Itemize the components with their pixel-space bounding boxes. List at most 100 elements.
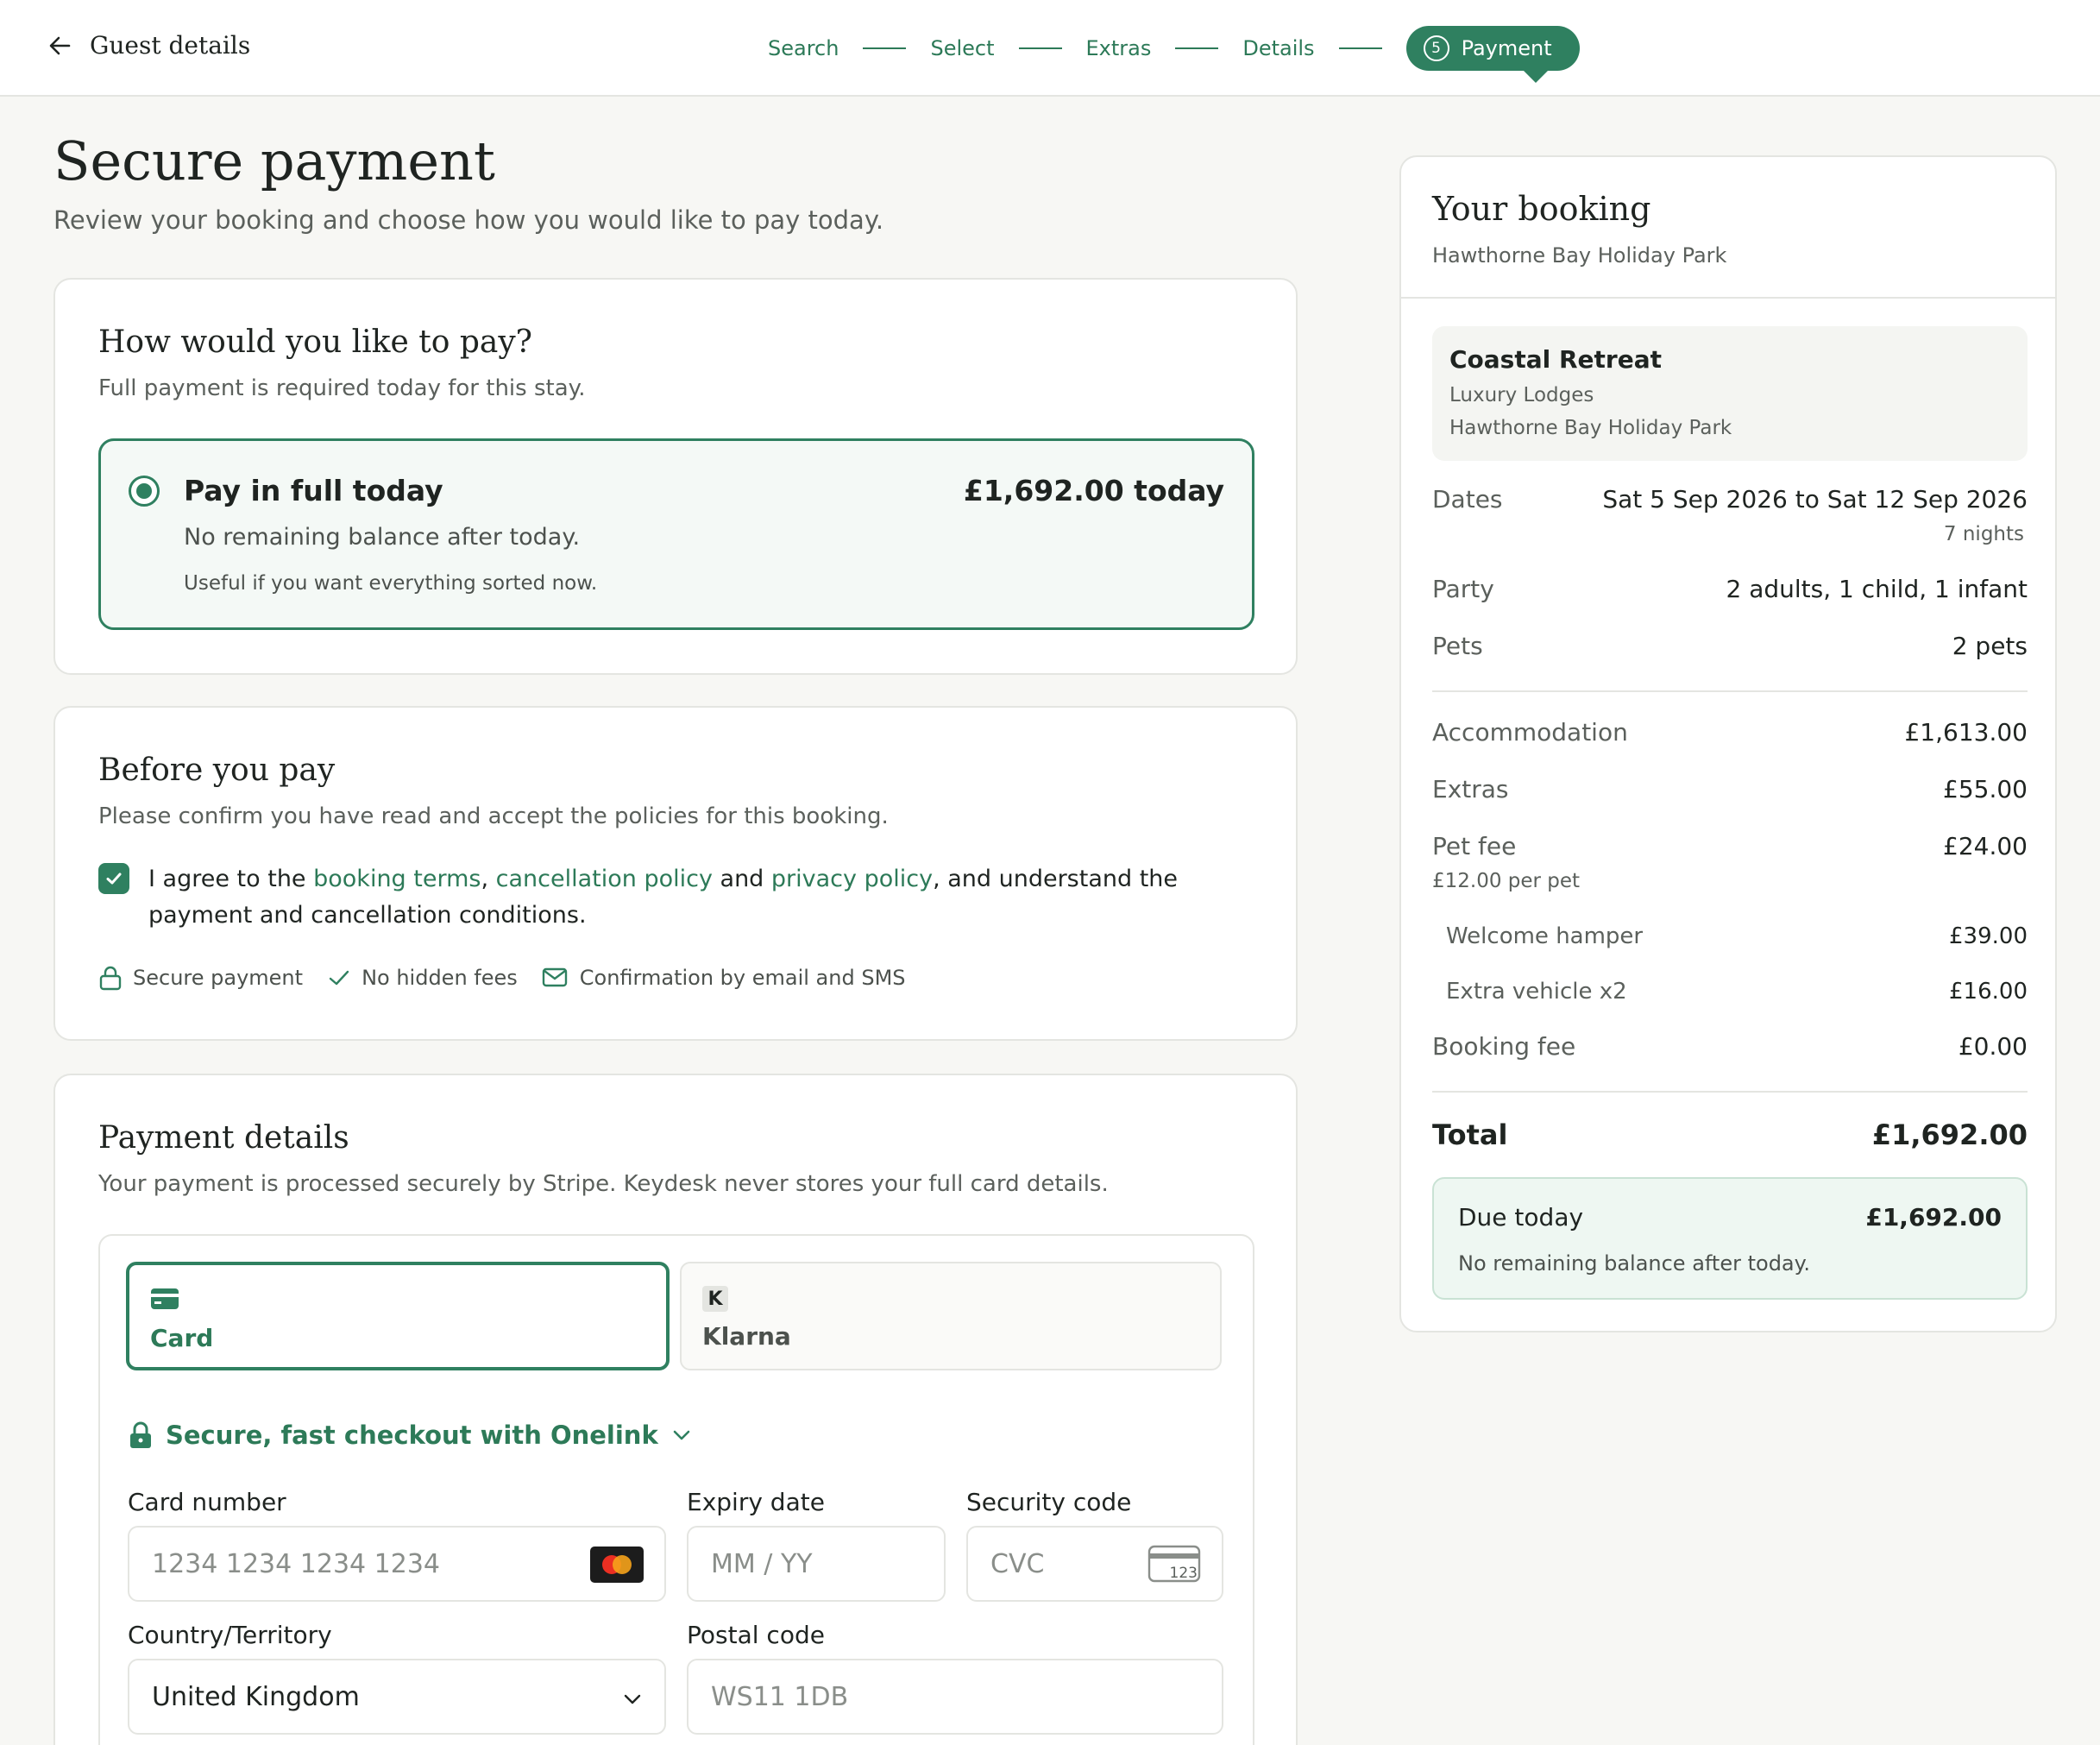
pay-in-full-option[interactable]: Pay in full today £1,692.00 today No rem…: [98, 438, 1254, 630]
mastercard-icon: [590, 1547, 644, 1583]
progress-steps: Search Select Extras Details 5 Payment: [768, 26, 1580, 71]
step-connector: [863, 47, 907, 49]
extras-label: Extras: [1432, 775, 1509, 803]
party-value: 2 adults, 1 child, 1 infant: [1726, 575, 2028, 603]
dates-row: Dates Sat 5 Sep 2026 to Sat 12 Sep 2026: [1432, 485, 2028, 513]
onelink-label: Secure, fast checkout with Onelink: [166, 1421, 658, 1450]
trust-badges: Secure payment No hidden fees Confirmati…: [98, 965, 906, 991]
booking-fee-row: Booking fee £0.00: [1432, 1032, 2028, 1061]
accommodation-value: £1,613.00: [1904, 718, 2028, 747]
step-number-badge: 5: [1423, 35, 1449, 61]
party-row: Party 2 adults, 1 child, 1 infant: [1432, 575, 2028, 603]
cvc-card-icon: 123: [1147, 1545, 1201, 1583]
before-you-pay-title: Before you pay: [98, 753, 336, 788]
option-hint: Useful if you want everything sorted now…: [184, 572, 598, 595]
option-description: No remaining balance after today.: [184, 524, 581, 551]
top-bar: Guest details Search Select Extras Detai…: [0, 0, 2100, 97]
back-label: Guest details: [90, 31, 251, 60]
pay-in-full-radio[interactable]: [129, 476, 160, 507]
step-connector: [1338, 47, 1382, 49]
method-card-tab[interactable]: Card: [126, 1262, 670, 1370]
credit-card-icon: [151, 1288, 179, 1309]
step-payment-label: Payment: [1461, 36, 1552, 60]
pet-fee-label: Pet fee: [1432, 832, 1517, 860]
terms-and: and: [712, 866, 771, 892]
mail-check-icon: [542, 967, 567, 987]
terms-checkbox[interactable]: [98, 863, 129, 894]
nights-count: 7 nights: [1943, 523, 2024, 545]
payment-option-title: How would you like to pay?: [98, 324, 532, 360]
country-select[interactable]: United Kingdom: [128, 1659, 666, 1735]
summary-divider: [1432, 1091, 2028, 1093]
step-extras[interactable]: Extras: [1086, 36, 1152, 60]
summary-divider: [1432, 690, 2028, 692]
hamper-value: £39.00: [1949, 923, 2028, 949]
accommodation-row: Accommodation £1,613.00: [1432, 718, 2028, 747]
pet-fee-row: Pet fee £24.00: [1432, 832, 2028, 860]
terms-text: I agree to the booking terms, cancellati…: [148, 861, 1254, 934]
before-you-pay-subtitle: Please confirm you have read and accept …: [98, 803, 889, 829]
step-select[interactable]: Select: [930, 36, 994, 60]
method-klarna-label: Klarna: [702, 1322, 791, 1351]
method-klarna-tab[interactable]: K Klarna: [680, 1262, 1222, 1370]
accommodation-label: Accommodation: [1432, 718, 1628, 747]
terms-agreement: I agree to the booking terms, cancellati…: [98, 861, 1254, 934]
postal-code-input[interactable]: WS11 1DB: [687, 1659, 1223, 1735]
klarna-logo-icon: K: [702, 1286, 728, 1312]
extras-value: £55.00: [1943, 775, 2028, 803]
trust-confirmation: Confirmation by email and SMS: [542, 966, 906, 990]
before-you-pay-card: Before you pay Please confirm you have r…: [53, 706, 1298, 1041]
back-link[interactable]: Guest details: [48, 31, 250, 60]
expiry-placeholder: MM / YY: [711, 1548, 813, 1579]
booking-terms-link[interactable]: booking terms: [313, 866, 481, 892]
cancellation-policy-link[interactable]: cancellation policy: [496, 866, 713, 892]
extras-row: Extras £55.00: [1432, 775, 2028, 803]
hamper-label: Welcome hamper: [1446, 923, 1644, 949]
check-icon: [106, 872, 122, 885]
stripe-payment-panel: Card K Klarna Secure, fast checkout with…: [98, 1234, 1254, 1745]
trust-secure: Secure payment: [98, 965, 303, 991]
postal-code-label: Postal code: [687, 1621, 825, 1649]
pets-label: Pets: [1432, 632, 1483, 660]
pet-fee-value: £24.00: [1943, 832, 2028, 860]
arrow-left-icon: [49, 36, 71, 54]
payment-option-card: How would you like to pay? Full payment …: [53, 278, 1298, 675]
expiry-input[interactable]: MM / YY: [687, 1526, 946, 1602]
cvc-placeholder: CVC: [990, 1548, 1045, 1579]
payment-option-subtitle: Full payment is required today for this …: [98, 375, 586, 401]
dates-label: Dates: [1432, 485, 1503, 513]
cvc-card-icon-text: 123: [1170, 1565, 1198, 1582]
step-payment-active: 5 Payment: [1405, 26, 1580, 71]
country-value: United Kingdom: [152, 1681, 360, 1712]
step-details[interactable]: Details: [1242, 36, 1314, 60]
card-number-label: Card number: [128, 1488, 286, 1516]
summary-title: Your booking: [1432, 190, 1651, 228]
checkmark-icon: [329, 970, 349, 986]
vehicle-row: Extra vehicle x2 £16.00: [1432, 979, 2028, 1005]
payment-details-subtitle: Your payment is processed securely by St…: [98, 1171, 1109, 1197]
security-code-input[interactable]: CVC 123: [966, 1526, 1223, 1602]
onelink-checkout-toggle[interactable]: Secure, fast checkout with Onelink: [128, 1421, 693, 1450]
booking-fee-label: Booking fee: [1432, 1032, 1576, 1061]
unit-park: Hawthorne Bay Holiday Park: [1449, 417, 1732, 439]
expiry-label: Expiry date: [687, 1488, 825, 1516]
step-search[interactable]: Search: [768, 36, 839, 60]
step-connector: [1018, 47, 1062, 49]
payment-details-card: Payment details Your payment is processe…: [53, 1074, 1298, 1745]
total-value: £1,692.00: [1871, 1118, 2028, 1151]
chevron-down-icon: [624, 1694, 641, 1704]
trust-confirmation-label: Confirmation by email and SMS: [579, 966, 906, 990]
unit-details: Coastal Retreat Luxury Lodges Hawthorne …: [1432, 326, 2028, 461]
step-connector: [1175, 47, 1219, 49]
privacy-policy-link[interactable]: privacy policy: [771, 866, 933, 892]
hamper-row: Welcome hamper £39.00: [1432, 923, 2028, 949]
total-label: Total: [1432, 1118, 1508, 1151]
terms-comma: ,: [481, 866, 496, 892]
card-number-input[interactable]: 1234 1234 1234 1234: [128, 1526, 666, 1602]
lock-filled-icon: [130, 1421, 151, 1448]
due-today-label: Due today: [1458, 1203, 1584, 1232]
postal-code-placeholder: WS11 1DB: [711, 1681, 849, 1712]
method-card-label: Card: [150, 1324, 214, 1352]
payment-details-title: Payment details: [98, 1120, 349, 1156]
due-today-note: No remaining balance after today.: [1458, 1251, 1811, 1276]
